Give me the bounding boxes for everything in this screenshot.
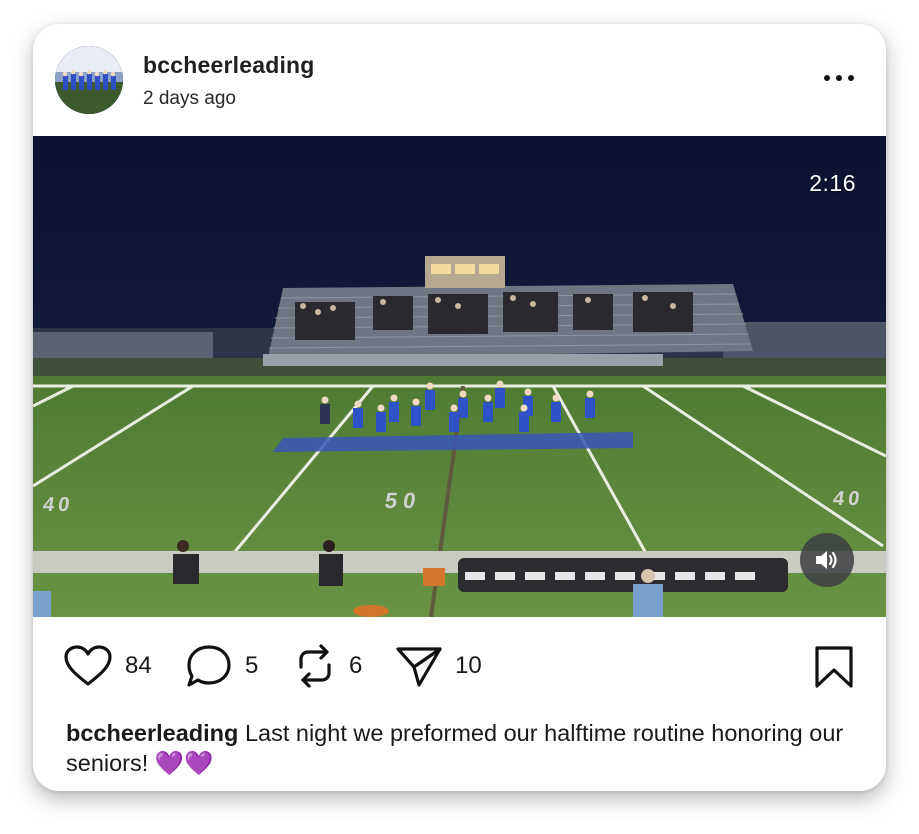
video-duration: 2:16: [809, 170, 856, 196]
avatar[interactable]: [55, 46, 123, 114]
comment-button[interactable]: 5: [185, 643, 258, 689]
more-horizontal-icon: [824, 75, 854, 81]
comment-count: 5: [245, 652, 259, 679]
video-player[interactable]: 50 40 40 2:16: [33, 136, 886, 617]
post-card: bccheerleading 2 days ago 50 40 40 2:16 …: [33, 24, 886, 791]
share-count: 10: [455, 652, 482, 679]
save-button[interactable]: [814, 645, 854, 694]
action-bar: 84 5 6 10: [33, 617, 886, 717]
share-button[interactable]: 10: [395, 643, 482, 689]
caption-username[interactable]: bccheerleading: [66, 720, 238, 746]
speaker-icon: [816, 551, 837, 569]
heart-icon: [64, 645, 112, 686]
comment-icon: [187, 645, 231, 687]
post-caption: bccheerleading Last night we preformed o…: [66, 718, 866, 778]
like-button[interactable]: 84: [63, 643, 152, 689]
sound-toggle-button[interactable]: [800, 533, 854, 587]
repost-icon: [299, 644, 331, 688]
more-options-button[interactable]: [822, 68, 858, 88]
like-count: 84: [125, 652, 152, 679]
field-number-40-left: 40: [41, 494, 75, 516]
username[interactable]: bccheerleading: [143, 52, 315, 79]
post-header: bccheerleading 2 days ago: [33, 24, 886, 136]
repost-count: 6: [349, 652, 363, 679]
send-icon: [396, 647, 442, 687]
bookmark-icon: [815, 646, 853, 688]
repost-button[interactable]: 6: [293, 643, 362, 689]
field-number-40-right: 40: [831, 488, 865, 510]
field-number-50: 50: [383, 488, 424, 513]
video-frame: [33, 136, 886, 617]
post-timestamp: 2 days ago: [143, 88, 236, 109]
